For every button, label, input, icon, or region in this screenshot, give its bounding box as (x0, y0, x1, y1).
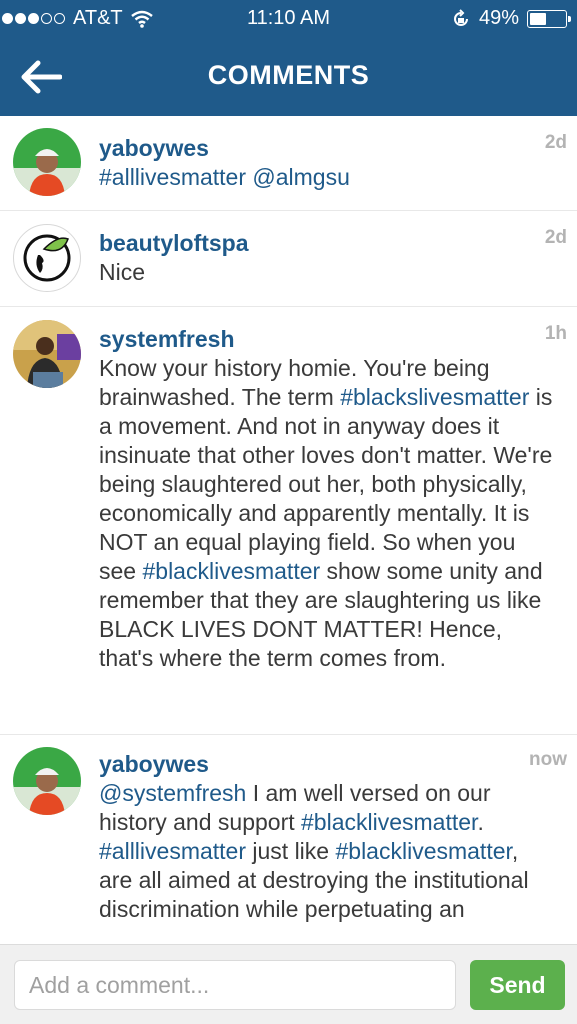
hashtag-link[interactable]: #blackslivesmatter (340, 384, 529, 410)
hashtag-link[interactable]: #alllivesmatter (99, 838, 246, 864)
comment-time: 2d (544, 132, 567, 153)
hashtag-link[interactable]: #blacklivesmatter (142, 558, 320, 584)
comment-text-segment: just like (246, 838, 336, 864)
comment-text: @systemfresh I am well versed on our his… (99, 779, 557, 924)
comment-item: yaboywes 2d #alllivesmatter @almgsu (0, 116, 577, 211)
comment-text: Know your history homie. You're being br… (99, 354, 557, 673)
hashtag-link[interactable]: #alllivesmatter (99, 164, 246, 190)
comments-list[interactable]: yaboywes 2d #alllivesmatter @almgsu beau… (0, 116, 577, 944)
avatar[interactable] (13, 128, 81, 196)
battery-icon (527, 9, 571, 28)
comment-item: systemfresh 1h Know your history homie. … (0, 307, 577, 735)
hashtag-link[interactable]: #blacklivesmatter (301, 809, 477, 835)
comment-text-segment: Nice (99, 259, 146, 285)
nav-bar: COMMENTS (0, 40, 577, 116)
status-right: 49% (451, 7, 571, 30)
comment-input[interactable] (14, 960, 456, 1010)
comment-item: yaboywes now @systemfresh I am well vers… (0, 735, 577, 944)
mention-link[interactable]: @almgsu (252, 164, 350, 190)
app-header: AT&T 11:10 AM 49% COMMENTS (0, 0, 577, 116)
avatar[interactable] (13, 747, 81, 815)
comment-text: Nice (99, 258, 557, 287)
battery-percentage: 49% (478, 7, 519, 29)
comment-text: #alllivesmatter @almgsu (99, 163, 557, 192)
comment-time: 2d (544, 227, 567, 248)
rotation-lock-icon (454, 8, 468, 26)
status-bar: AT&T 11:10 AM 49% (0, 0, 577, 40)
comment-text-segment: . (477, 809, 484, 835)
comment-username[interactable]: yaboywes (99, 133, 557, 163)
comment-time: 1h (544, 323, 567, 344)
mention-link[interactable]: @systemfresh (99, 780, 246, 806)
avatar[interactable] (13, 224, 81, 292)
comment-item: beautyloftspa 2d Nice (0, 211, 577, 307)
avatar[interactable] (13, 320, 81, 388)
page-title: COMMENTS (207, 60, 370, 90)
comment-composer: Send (0, 944, 577, 1024)
send-button[interactable]: Send (470, 960, 565, 1010)
comment-time: now (529, 749, 567, 770)
comment-text-segment: is a movement. And not in anyway does it… (99, 384, 553, 584)
comment-username[interactable]: systemfresh (99, 324, 557, 354)
hashtag-link[interactable]: #blacklivesmatter (335, 838, 511, 864)
comment-username[interactable]: yaboywes (99, 749, 557, 779)
comment-username[interactable]: beautyloftspa (99, 228, 557, 258)
